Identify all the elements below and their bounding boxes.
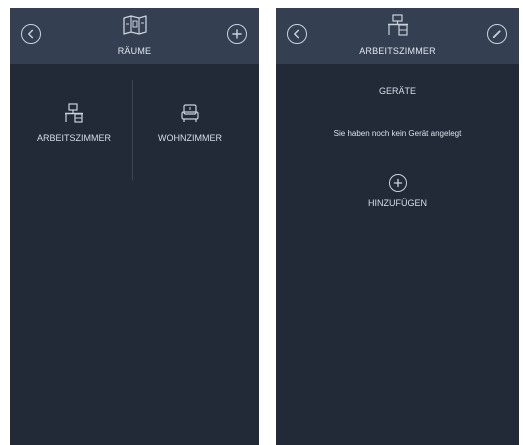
edit-button[interactable]	[487, 24, 507, 44]
back-button[interactable]	[287, 24, 307, 44]
add-label: HINZUFÜGEN	[368, 198, 427, 208]
empty-state-message: Sie haben noch kein Gerät angelegt	[333, 129, 462, 138]
add-room-button[interactable]	[227, 24, 247, 44]
room-tile-wohnzimmer[interactable]: WOHNZIMMER	[130, 102, 250, 154]
armchair-icon	[179, 102, 201, 124]
header: RÄUME	[10, 8, 259, 64]
plus-icon	[388, 174, 407, 192]
section-title: GERÄTE	[378, 86, 416, 96]
room-tile-arbeitszimmer[interactable]: ARBEITSZIMMER	[14, 102, 134, 154]
floorplan-icon	[120, 13, 150, 37]
room-label: WOHNZIMMER	[158, 133, 222, 143]
desk-icon	[63, 102, 85, 124]
desk-icon	[383, 13, 413, 37]
page-title: ARBEITSZIMMER	[359, 46, 436, 56]
add-device-button[interactable]: HINZUFÜGEN	[348, 174, 448, 208]
chevron-left-icon	[294, 29, 300, 39]
room-label: ARBEITSZIMMER	[36, 133, 111, 143]
room-detail-screen: ARBEITSZIMMER GERÄTE Sie haben noch kein…	[276, 8, 519, 445]
pencil-icon	[492, 30, 501, 39]
plus-icon	[232, 29, 242, 39]
header: ARBEITSZIMMER	[276, 8, 519, 64]
rooms-screen: RÄUME ARBEITSZIMMER WOHNZIMMER	[10, 8, 259, 445]
chevron-left-icon	[28, 29, 34, 39]
back-button[interactable]	[21, 24, 41, 44]
page-title: RÄUME	[117, 46, 152, 56]
